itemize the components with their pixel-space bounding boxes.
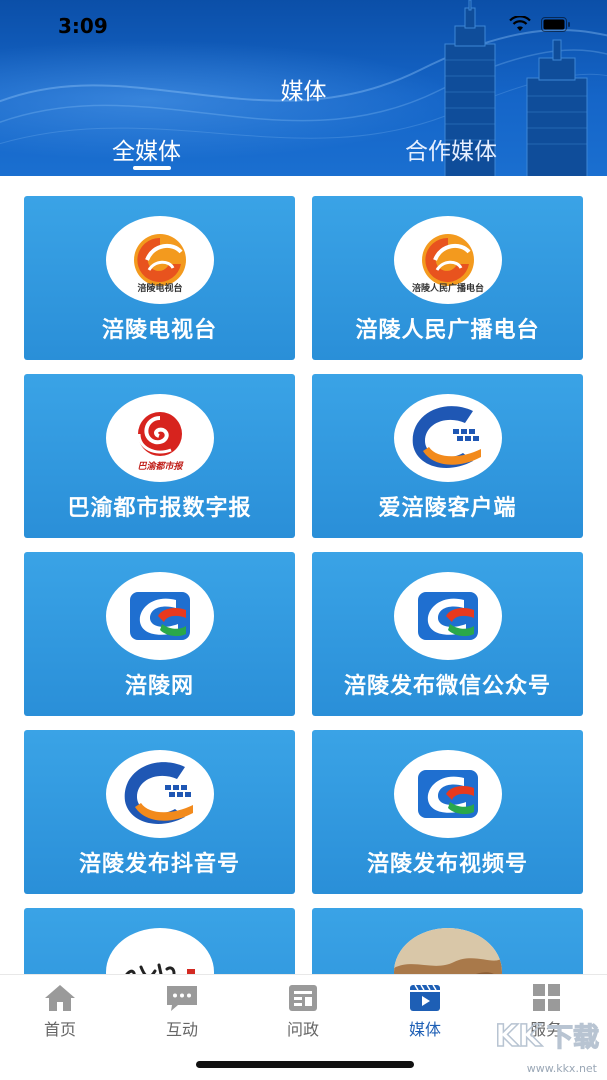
fuling-douyin-logo: [106, 750, 214, 838]
svg-text:下载: 下载: [547, 1023, 599, 1053]
media-tabs: 全媒体 合作媒体: [0, 128, 607, 176]
nav-media[interactable]: 媒体: [385, 983, 465, 1043]
fuling-tv-logo-caption: 涪陵电视台: [137, 284, 183, 294]
fuling-radio-logo: 涪陵人民广播电台: [394, 216, 502, 304]
app-header: 3:09 媒体 全媒体 合作媒体: [0, 0, 607, 176]
fuling-douyin-emblem: [124, 762, 193, 824]
media-card-label: 涪陵发布抖音号: [78, 852, 240, 877]
tab-partner-media[interactable]: 合作媒体: [405, 132, 497, 166]
media-card-fuling-douyin[interactable]: 涪陵发布抖音号: [24, 730, 295, 894]
media-card-label: 涪陵发布微信公众号: [343, 674, 551, 699]
status-time: 3:09: [58, 14, 108, 38]
svg-text:KK: KK: [495, 1019, 543, 1054]
fuling-wechat-emblem: [418, 592, 478, 640]
status-bar: 3:09: [0, 0, 607, 56]
nav-inquiry[interactable]: 问政: [263, 983, 343, 1043]
fuling-net-emblem: [130, 592, 190, 640]
fuling-video-logo: [394, 750, 502, 838]
watermark-url: www.kkx.net: [526, 1062, 597, 1075]
home-icon: [45, 985, 75, 1011]
inquiry-icon: [289, 985, 317, 1011]
media-card-calligraphy[interactable]: [24, 908, 295, 974]
home-indicator[interactable]: [196, 1061, 414, 1068]
media-card-fuling-video[interactable]: 涪陵发布视频号: [312, 730, 583, 894]
landscape-photo-logo: [394, 928, 502, 974]
media-card-label: 涪陵电视台: [101, 318, 217, 343]
media-card-label: 涪陵人民广播电台: [355, 318, 540, 343]
media-card-label: 爱涪陵客户端: [378, 496, 517, 521]
kkx-watermark: KK 下载 www.kkx.net: [491, 1010, 601, 1075]
nav-media-label: 媒体: [408, 1020, 441, 1039]
ai-fuling-app-logo: [394, 394, 502, 482]
nav-home-label: 首页: [43, 1020, 76, 1039]
fuling-radio-logo-caption: 涪陵人民广播电台: [411, 284, 484, 294]
bayu-dushibao-logo-caption: 巴渝都市报: [137, 462, 183, 472]
status-icons: [509, 16, 571, 32]
grid-icon: [533, 984, 560, 1011]
media-card-label: 巴渝都市报数字报: [67, 496, 252, 521]
media-card-ai-fuling-app[interactable]: 爱涪陵客户端: [312, 374, 583, 538]
page-title: 媒体: [280, 79, 327, 105]
media-grid: 涪陵电视台 涪陵电视台 涪陵人民广播电台 涪陵人民广播电台 巴渝都市报 巴渝都市: [0, 176, 607, 974]
ai-fuling-emblem: [412, 406, 481, 468]
battery-icon: [541, 16, 570, 32]
chat-icon: [167, 986, 197, 1011]
media-card-bayu-dushibao[interactable]: 巴渝都市报 巴渝都市报数字报: [24, 374, 295, 538]
nav-interaction[interactable]: 互动: [142, 983, 222, 1043]
fuling-tv-logo: 涪陵电视台: [106, 216, 214, 304]
wifi-icon: [509, 16, 531, 31]
kkx-watermark-logo: KK 下载: [494, 1018, 599, 1055]
media-card-landscape[interactable]: [312, 908, 583, 974]
tab-all-media[interactable]: 全媒体: [112, 132, 181, 166]
media-card-fuling-net[interactable]: 涪陵网: [24, 552, 295, 716]
media-card-fuling-tv[interactable]: 涪陵电视台 涪陵电视台: [24, 196, 295, 360]
fuling-wechat-logo: [394, 572, 502, 660]
nav-interaction-label: 互动: [165, 1020, 198, 1039]
calligraphy-emblem: [125, 963, 195, 974]
fuling-video-emblem: [418, 770, 478, 818]
active-tab-indicator: [133, 166, 171, 170]
media-card-fuling-radio[interactable]: 涪陵人民广播电台 涪陵人民广播电台: [312, 196, 583, 360]
bayu-dushibao-logo: 巴渝都市报: [106, 394, 214, 482]
nav-inquiry-label: 问政: [286, 1020, 319, 1039]
nav-home[interactable]: 首页: [20, 983, 100, 1043]
media-icon: [410, 984, 440, 1011]
landscape-photo: [394, 928, 502, 974]
fuling-net-logo: [106, 572, 214, 660]
media-card-fuling-wechat[interactable]: 涪陵发布微信公众号: [312, 552, 583, 716]
media-card-label: 涪陵发布视频号: [366, 852, 528, 877]
calligraphy-logo: [106, 928, 214, 974]
media-card-label: 涪陵网: [124, 674, 194, 699]
